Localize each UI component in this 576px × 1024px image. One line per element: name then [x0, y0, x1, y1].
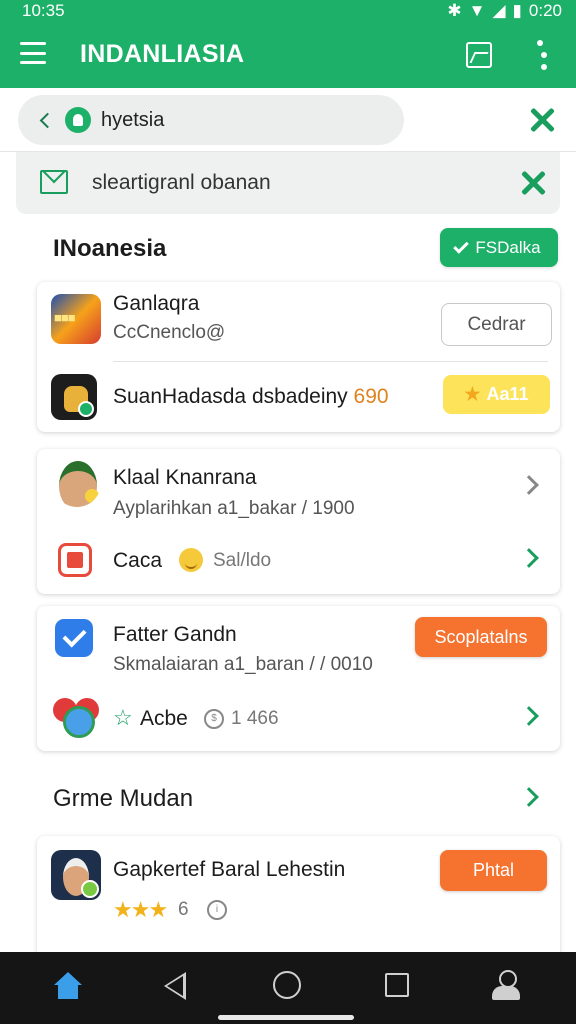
- check-app-icon: [55, 619, 93, 657]
- chevron-right-icon[interactable]: [519, 475, 539, 495]
- item-title: Ganlaqra: [113, 292, 200, 315]
- chevron-right-icon[interactable]: [519, 706, 539, 726]
- star-icon: ★: [464, 384, 481, 404]
- menu-icon[interactable]: [20, 42, 46, 64]
- item-subtitle: CcCnenclo@: [113, 322, 226, 343]
- mail-icon: [40, 170, 68, 194]
- item-title: Klaal Knanrana: [113, 466, 257, 489]
- item-number: 690: [353, 385, 389, 408]
- orange-action-button[interactable]: Scoplatalns: [415, 617, 547, 657]
- recents-icon[interactable]: [385, 973, 409, 997]
- home-icon[interactable]: [54, 972, 82, 1000]
- section-title-game: Grme Mudan: [53, 785, 194, 812]
- item-title: Acbe: [140, 707, 188, 730]
- games-app-icon: [51, 294, 101, 344]
- search-input[interactable]: hyetsia: [18, 95, 404, 145]
- warrior-app-icon: [51, 374, 97, 420]
- status-bar: 10:35 ✱ ▼ ◢ ▮ 0:20: [0, 0, 576, 22]
- secondary-bar[interactable]: sleartigranl obanan: [16, 152, 560, 214]
- divider: [113, 361, 548, 362]
- rate-button[interactable]: ★ Aa11: [443, 375, 550, 414]
- player-app-icon: [51, 850, 101, 900]
- close-icon[interactable]: [529, 107, 555, 133]
- item-subtitle: Skmalaiaran a1_baran / / 0010: [113, 654, 373, 675]
- home-circle-icon[interactable]: [273, 971, 301, 999]
- item-title: SuanHadasda dsbadeiny 690: [113, 385, 389, 409]
- coin-icon: $: [204, 709, 224, 729]
- smile-emoji-icon: [179, 548, 203, 572]
- signal-icon: ◢: [492, 1, 506, 20]
- battery-text: 0:20: [528, 1, 562, 20]
- item-extra: Sal/ldo: [213, 550, 272, 571]
- section-action-label: FSDalka: [475, 237, 541, 257]
- search-row: hyetsia: [0, 88, 576, 152]
- app-card-1: Ganlaqra CcCnenclo@ Cedrar SuanHadasda d…: [37, 282, 560, 432]
- bow-app-icon: [51, 690, 101, 740]
- dismiss-icon[interactable]: [520, 170, 546, 196]
- section-chevron-icon[interactable]: [519, 787, 539, 807]
- app-bar: INDANLIASIA: [0, 22, 576, 88]
- chevron-right-icon[interactable]: [519, 548, 539, 568]
- info-icon: i: [207, 900, 227, 920]
- item-title: Gapkertef Baral Lehestin: [113, 858, 346, 881]
- item-title: Caca: [113, 549, 163, 572]
- cedrar-button[interactable]: Cedrar: [441, 303, 552, 346]
- item-subtitle: Ayplarihkan a1_bakar / 1900: [113, 498, 355, 519]
- star-outline-icon: ☆: [113, 705, 133, 730]
- rating-stars: ★★★: [113, 897, 168, 922]
- navigation-bar: [0, 952, 576, 1024]
- status-time: 10:35: [22, 1, 65, 20]
- wifi-icon: ▼: [468, 1, 486, 20]
- item-extra: 6: [178, 899, 189, 920]
- home-indicator[interactable]: [218, 1015, 354, 1020]
- app-card-3: Fatter Gandn Skmalaiaran a1_baran / / 00…: [37, 606, 560, 751]
- profile-icon[interactable]: [490, 970, 522, 1002]
- item-title-text: SuanHadasda dsbadeiny: [113, 385, 348, 408]
- item-extra: 1 466: [231, 708, 279, 729]
- item-title: Fatter Gandn: [113, 623, 237, 646]
- secondary-text: sleartigranl obanan: [92, 171, 271, 194]
- red-app-icon: [58, 543, 92, 577]
- bluetooth-icon: ✱: [447, 1, 462, 20]
- section-action-button[interactable]: FSDalka: [440, 228, 558, 267]
- check-icon: [453, 237, 470, 254]
- back-icon[interactable]: [164, 972, 186, 1000]
- rate-label: Aa11: [486, 384, 529, 404]
- person-avatar-icon: [53, 459, 101, 507]
- search-text: hyetsia: [101, 108, 165, 131]
- status-icons: ✱ ▼ ◢ ▮ 0:20: [447, 1, 562, 21]
- play-button[interactable]: Phtal: [440, 850, 547, 891]
- section-title-indonesia: INoanesia: [53, 235, 167, 262]
- app-card-2: Klaal Knanrana Ayplarihkan a1_bakar / 19…: [37, 449, 560, 594]
- more-options-icon[interactable]: [534, 40, 554, 70]
- app-title: INDANLIASIA: [80, 40, 245, 68]
- user-avatar-icon: [65, 107, 91, 133]
- back-chevron-icon[interactable]: [39, 112, 56, 128]
- battery-icon: ▮: [512, 1, 522, 20]
- image-icon[interactable]: [466, 42, 492, 68]
